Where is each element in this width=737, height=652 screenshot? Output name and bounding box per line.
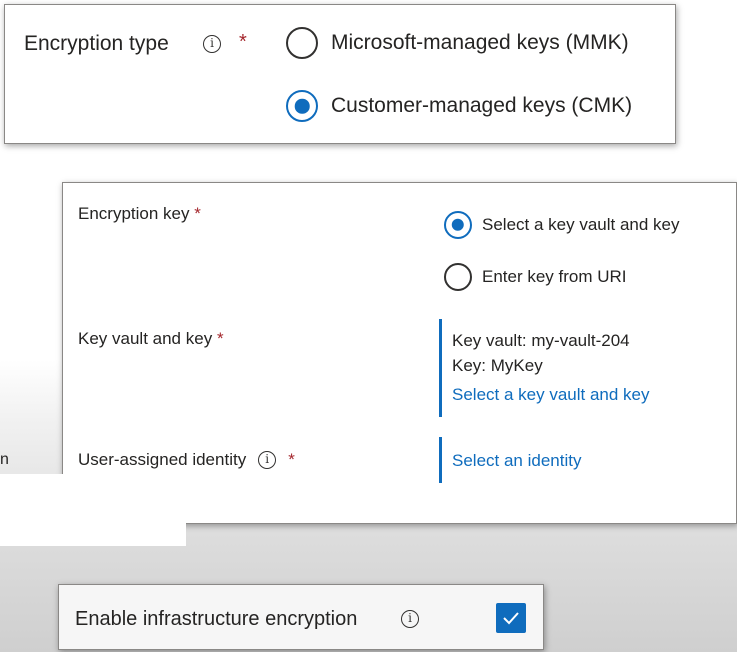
radio-mmk-icon[interactable] bbox=[286, 27, 318, 59]
info-icon[interactable]: i bbox=[203, 35, 221, 53]
radio-select-key-vault-icon[interactable] bbox=[444, 211, 472, 239]
infrastructure-encryption-checkbox[interactable] bbox=[496, 603, 526, 633]
encryption-type-panel: Encryption type i * Microsoft-managed ke… bbox=[4, 4, 676, 144]
required-asterisk: * bbox=[288, 450, 295, 469]
radio-enter-key-uri-icon[interactable] bbox=[444, 263, 472, 291]
checkmark-icon bbox=[503, 612, 519, 625]
stray-text-fragment: n bbox=[0, 451, 9, 468]
user-assigned-identity-label: User-assigned identity i * bbox=[78, 450, 295, 470]
key-vault-accent-bar bbox=[439, 319, 442, 417]
encryption-type-label: Encryption type bbox=[24, 32, 169, 55]
option-select-key-vault[interactable]: Select a key vault and key bbox=[444, 211, 680, 239]
required-asterisk: * bbox=[216, 329, 224, 348]
encryption-key-panel: Encryption key * Select a key vault and … bbox=[62, 182, 737, 524]
option-select-key-vault-label: Select a key vault and key bbox=[482, 215, 680, 234]
select-identity-link[interactable]: Select an identity bbox=[452, 451, 581, 471]
info-icon[interactable]: i bbox=[401, 610, 419, 628]
option-cmk[interactable]: Customer-managed keys (CMK) bbox=[286, 90, 632, 122]
required-asterisk: * bbox=[194, 204, 201, 223]
info-icon[interactable]: i bbox=[258, 451, 277, 469]
infrastructure-encryption-panel: Enable infrastructure encryption i bbox=[58, 584, 544, 650]
option-mmk-label: Microsoft-managed keys (MMK) bbox=[331, 31, 629, 54]
option-enter-key-uri-label: Enter key from URI bbox=[482, 267, 627, 286]
option-cmk-label: Customer-managed keys (CMK) bbox=[331, 94, 633, 117]
select-key-vault-link[interactable]: Select a key vault and key bbox=[452, 385, 650, 405]
key-value: Key: MyKey bbox=[452, 356, 543, 375]
encryption-key-label: Encryption key * bbox=[78, 204, 201, 224]
identity-accent-bar bbox=[439, 437, 442, 483]
key-vault-value: Key vault: my-vault-204 bbox=[452, 331, 630, 350]
required-asterisk: * bbox=[239, 31, 247, 53]
option-mmk[interactable]: Microsoft-managed keys (MMK) bbox=[286, 27, 629, 59]
encryption-key-label-text: Encryption key bbox=[78, 204, 190, 223]
key-vault-and-key-label: Key vault and key * bbox=[78, 329, 224, 349]
blank-overlay-card bbox=[0, 474, 186, 546]
radio-cmk-icon[interactable] bbox=[286, 90, 318, 122]
infrastructure-encryption-label: Enable infrastructure encryption bbox=[75, 608, 358, 630]
key-vault-and-key-label-text: Key vault and key bbox=[78, 329, 213, 348]
user-assigned-identity-label-text: User-assigned identity bbox=[78, 450, 247, 469]
option-enter-key-uri[interactable]: Enter key from URI bbox=[444, 263, 627, 291]
